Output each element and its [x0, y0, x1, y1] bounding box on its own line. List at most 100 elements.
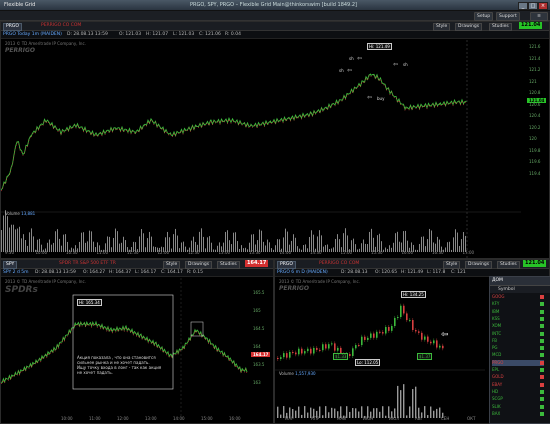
volume-bar	[409, 406, 411, 418]
volume-bar	[87, 241, 88, 252]
prgo-daily-drawings-button[interactable]: Drawings	[465, 261, 493, 269]
volume-bar	[181, 242, 182, 252]
watchlist-row[interactable]: XOM	[492, 323, 544, 329]
volume-bar	[33, 236, 34, 252]
watchlist-row[interactable]: INTC	[492, 331, 544, 337]
volume-bar	[331, 248, 332, 252]
volume-bar	[5, 210, 6, 252]
volume-bar	[139, 236, 140, 252]
watchlist-row[interactable]: GOOG	[492, 294, 544, 300]
volume-bar	[335, 238, 336, 252]
volume-bar	[405, 230, 406, 252]
volume-bar	[451, 249, 452, 252]
volume-bar	[91, 231, 92, 252]
y-tick-label: 120.2	[529, 124, 541, 130]
watchlist-row[interactable]: BAX	[492, 411, 544, 417]
watchlist-row[interactable]: EBAY	[492, 382, 544, 388]
spy-chart-canvas[interactable]	[1, 278, 273, 423]
prgo-daily-low-callout: Lo: 112.05	[355, 359, 381, 366]
watchlist-row[interactable]: IBM	[492, 309, 544, 315]
volume-bar	[27, 245, 28, 252]
volume-bar	[327, 244, 328, 252]
window-title: Flexible Grid	[4, 2, 36, 8]
watchlist-row[interactable]: PG	[492, 345, 544, 351]
volume-bar	[265, 245, 266, 252]
support-button[interactable]: Support	[496, 12, 520, 21]
watchlist-row[interactable]: PRGO	[492, 359, 544, 366]
quote-close: C: 121.06	[199, 32, 221, 37]
prgo-daily-style-button[interactable]: Style	[443, 261, 461, 269]
y-tick-label: 163.5	[253, 362, 265, 367]
volume-bar	[125, 240, 126, 252]
volume-bar	[111, 247, 112, 252]
y-tick-label: 120.6	[529, 101, 541, 107]
watchlist-row[interactable]: HD	[492, 389, 544, 395]
volume-bar	[83, 232, 84, 252]
volume-bar	[247, 249, 248, 252]
watchlist-row[interactable]: MCD	[492, 352, 544, 358]
volume-bar	[185, 246, 186, 252]
status-indicator-icon	[540, 295, 544, 299]
watchlist-row[interactable]: EPL	[492, 367, 544, 373]
arrow-left-icon: ⇦	[367, 94, 373, 101]
volume-bar	[397, 231, 398, 252]
x-tick-label: АВГ	[415, 416, 423, 421]
y-tick-label: 119.8	[529, 147, 541, 153]
watchlist-column-header[interactable]: Symbol	[490, 286, 550, 293]
volume-bar	[463, 232, 464, 252]
volume-bar	[259, 229, 260, 252]
spy-drawings-button[interactable]: Drawings	[185, 261, 213, 269]
symbol-column-label: Symbol	[498, 287, 515, 292]
volume-bar	[433, 410, 435, 418]
drawings-button[interactable]: Drawings	[455, 23, 483, 31]
setup-button[interactable]: Setup	[474, 12, 494, 21]
studies-button[interactable]: Studies	[489, 23, 512, 31]
volume-bar	[400, 390, 402, 418]
volume-bar	[109, 236, 110, 252]
x-tick-label: 16:00	[401, 250, 414, 255]
close-button[interactable]: ×	[538, 2, 548, 10]
spy-chart-header: SPY SPDR TR S&P 500 ETF TR Style Drawing…	[1, 260, 273, 269]
watchlist-row[interactable]: KSS	[492, 316, 544, 322]
maximize-button[interactable]: □	[528, 2, 538, 10]
status-indicator-icon	[540, 316, 544, 321]
prgo-daily-symbol-selector[interactable]: PRGO	[277, 261, 296, 269]
volume-bar	[423, 236, 424, 252]
volume-bar	[322, 415, 324, 418]
minimize-button[interactable]: _	[518, 2, 528, 10]
volume-bar	[51, 244, 52, 252]
spy-symbol-selector[interactable]: SPY	[3, 261, 18, 269]
volume-bar	[427, 415, 429, 418]
style-button[interactable]: Style	[433, 23, 451, 31]
watchlist-row[interactable]: SLIK	[492, 404, 544, 410]
y-tick-label: 119.6	[529, 159, 541, 164]
spy-style-button[interactable]: Style	[163, 261, 181, 269]
arrow-left-icon: ⇦	[393, 61, 399, 68]
spy-studies-button[interactable]: Studies	[217, 261, 240, 269]
volume-bar	[291, 240, 292, 252]
volume-bar	[303, 245, 304, 252]
symbol-selector[interactable]: PRGO	[3, 23, 22, 31]
x-tick-label: 15:00	[340, 250, 353, 255]
volume-bar	[113, 237, 114, 252]
watchlist-row[interactable]: SCGP	[492, 396, 544, 402]
volume-bar	[177, 235, 178, 252]
watchlist-row[interactable]: FB	[492, 338, 544, 344]
volume-bar	[395, 233, 396, 252]
x-tick-label: 16:30	[432, 250, 444, 255]
volume-bar	[328, 412, 330, 418]
volume-bar	[415, 249, 416, 252]
watchlist-symbol: INTC	[492, 330, 502, 336]
grid-menu-button[interactable]: ≡	[530, 12, 548, 21]
y-tick-label: 121	[529, 78, 537, 84]
watchlist-row[interactable]: GOLD	[492, 374, 544, 380]
volume-bar	[387, 248, 388, 252]
y-tick-label: 121.6	[529, 44, 541, 49]
volume-bar	[371, 228, 372, 252]
volume-bar	[149, 231, 150, 252]
volume-bar	[305, 244, 306, 252]
watchlist-row[interactable]: KFY	[492, 301, 544, 307]
main-chart-canvas[interactable]	[1, 40, 549, 258]
prgo-daily-studies-button[interactable]: Studies	[497, 261, 520, 269]
watchlist-symbol: SLIK	[492, 403, 501, 409]
